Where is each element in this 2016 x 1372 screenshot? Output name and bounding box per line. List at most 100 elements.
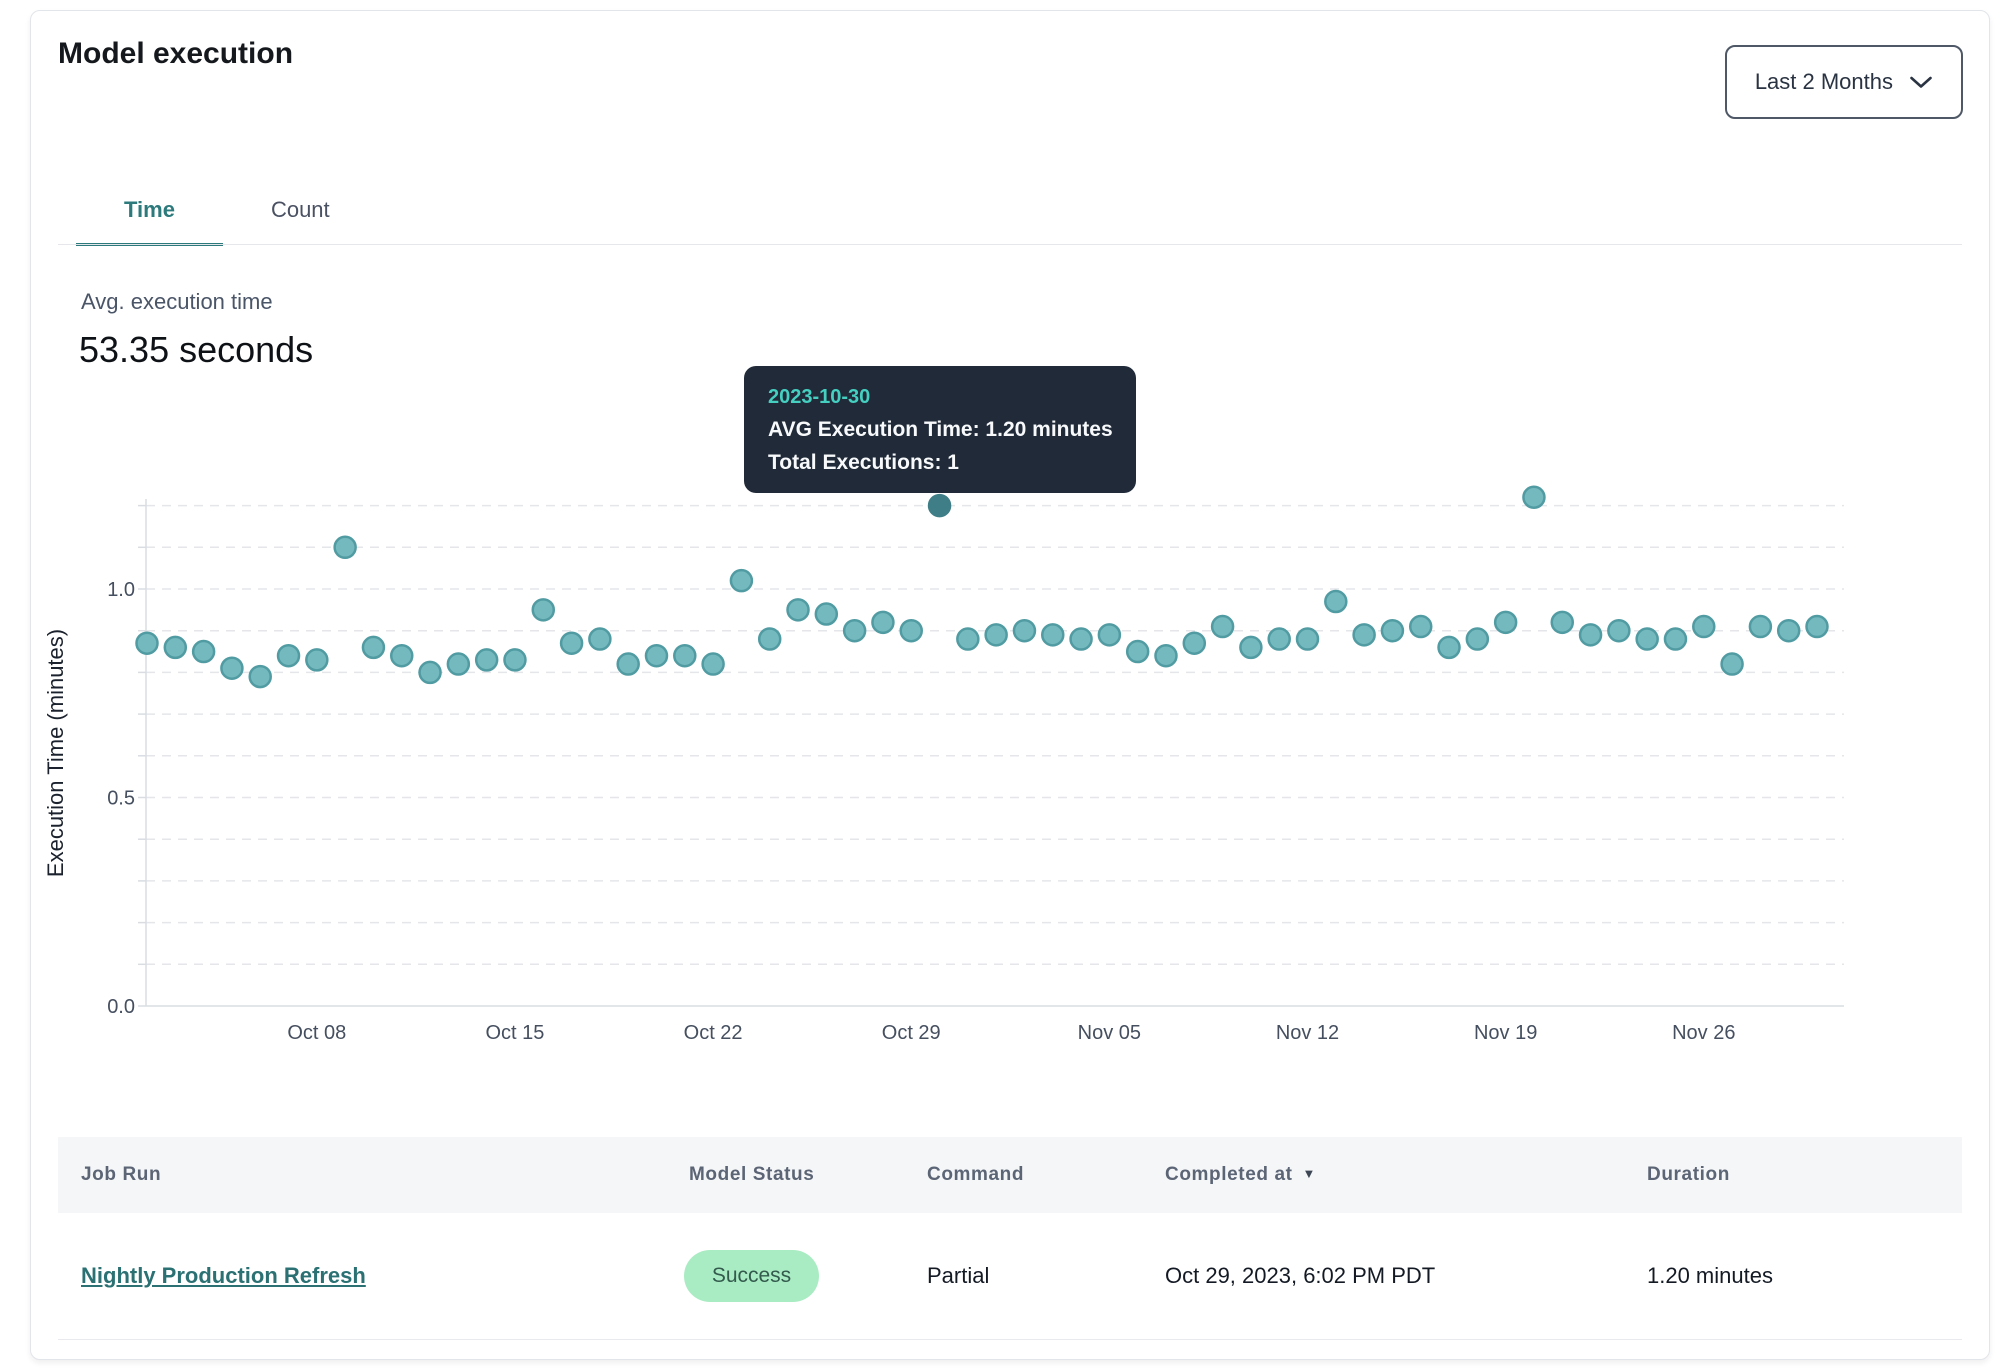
column-header-duration[interactable]: Duration: [1647, 1137, 1730, 1213]
scatter-point-highlighted[interactable]: [929, 495, 950, 516]
scatter-point[interactable]: [901, 620, 922, 641]
table-header: Job Run Model Status Command Completed a…: [58, 1137, 1962, 1213]
table-row: Nightly Production Refresh Success Parti…: [58, 1213, 1962, 1340]
column-header-model-status[interactable]: Model Status: [689, 1137, 814, 1213]
scatter-point[interactable]: [1325, 591, 1346, 612]
scatter-point[interactable]: [1127, 641, 1148, 662]
x-tick-label: Nov 26: [1672, 1022, 1735, 1044]
tab-time[interactable]: Time: [76, 181, 223, 246]
scatter-point[interactable]: [816, 604, 837, 625]
scatter-point[interactable]: [872, 612, 893, 633]
scatter-point[interactable]: [1693, 616, 1714, 637]
scatter-point[interactable]: [1665, 629, 1686, 650]
column-header-job-run[interactable]: Job Run: [81, 1137, 161, 1213]
scatter-point[interactable]: [363, 637, 384, 658]
avg-execution-time-value: 53.35 seconds: [79, 329, 313, 371]
scatter-point[interactable]: [1439, 637, 1460, 658]
scatter-point[interactable]: [986, 624, 1007, 645]
scatter-point[interactable]: [1722, 654, 1743, 675]
date-range-label: Last 2 Months: [1755, 69, 1893, 95]
scatter-point[interactable]: [1297, 629, 1318, 650]
x-tick-label: Nov 12: [1276, 1022, 1339, 1044]
scatter-point[interactable]: [1240, 637, 1261, 658]
column-header-completed-at[interactable]: Completed at▼: [1165, 1137, 1316, 1213]
tooltip-avg-time: AVG Execution Time: 1.20 minutes: [768, 413, 1112, 446]
scatter-point[interactable]: [674, 645, 695, 666]
scatter-point[interactable]: [221, 658, 242, 679]
scatter-point[interactable]: [731, 570, 752, 591]
scatter-point[interactable]: [1184, 633, 1205, 654]
duration-cell: 1.20 minutes: [1647, 1213, 1773, 1339]
scatter-point[interactable]: [589, 629, 610, 650]
scatter-point[interactable]: [1014, 620, 1035, 641]
scatter-point[interactable]: [1778, 620, 1799, 641]
x-tick-label: Oct 29: [882, 1022, 941, 1044]
x-tick-label: Nov 05: [1078, 1022, 1141, 1044]
scatter-point[interactable]: [759, 629, 780, 650]
tabs-divider: [58, 244, 1962, 245]
tooltip-date: 2023-10-30: [768, 381, 1112, 413]
scatter-point[interactable]: [391, 645, 412, 666]
scatter-point[interactable]: [1269, 629, 1290, 650]
tab-count[interactable]: Count: [223, 181, 378, 246]
y-tick-label: 0.0: [107, 996, 135, 1018]
column-header-command[interactable]: Command: [927, 1137, 1024, 1213]
scatter-point[interactable]: [618, 654, 639, 675]
y-axis-title: Execution Time (minutes): [43, 629, 68, 877]
scatter-point[interactable]: [561, 633, 582, 654]
scatter-point[interactable]: [504, 649, 525, 670]
model-execution-card: Model execution Last 2 Months Time Count…: [30, 10, 1990, 1360]
scatter-point[interactable]: [1099, 624, 1120, 645]
y-tick-label: 0.5: [107, 788, 135, 810]
scatter-point[interactable]: [476, 649, 497, 670]
x-tick-label: Nov 19: [1474, 1022, 1537, 1044]
job-run-link[interactable]: Nightly Production Refresh: [81, 1263, 366, 1288]
scatter-point[interactable]: [1580, 624, 1601, 645]
x-tick-label: Oct 08: [287, 1022, 346, 1044]
avg-execution-time-label: Avg. execution time: [81, 289, 273, 315]
scatter-point[interactable]: [278, 645, 299, 666]
scatter-point[interactable]: [1382, 620, 1403, 641]
scatter-point[interactable]: [1523, 487, 1544, 508]
scatter-point[interactable]: [420, 662, 441, 683]
scatter-point[interactable]: [1608, 620, 1629, 641]
scatter-point[interactable]: [137, 633, 158, 654]
scatter-point[interactable]: [448, 654, 469, 675]
scatter-point[interactable]: [1552, 612, 1573, 633]
x-tick-label: Oct 15: [486, 1022, 545, 1044]
sort-desc-icon: ▼: [1303, 1136, 1316, 1212]
scatter-point[interactable]: [844, 620, 865, 641]
chart-tabs: Time Count: [76, 181, 378, 246]
scatter-point[interactable]: [1807, 616, 1828, 637]
scatter-point[interactable]: [703, 654, 724, 675]
scatter-point[interactable]: [335, 537, 356, 558]
scatter-point[interactable]: [193, 641, 214, 662]
scatter-point[interactable]: [1354, 624, 1375, 645]
y-tick-label: 1.0: [107, 579, 135, 601]
scatter-point[interactable]: [1212, 616, 1233, 637]
scatter-point[interactable]: [1410, 616, 1431, 637]
scatter-point[interactable]: [1042, 624, 1063, 645]
status-badge: Success: [684, 1250, 819, 1302]
scatter-point[interactable]: [646, 645, 667, 666]
date-range-selector[interactable]: Last 2 Months: [1725, 45, 1963, 119]
chart-tooltip: 2023-10-30 AVG Execution Time: 1.20 minu…: [744, 366, 1136, 493]
scatter-point[interactable]: [1750, 616, 1771, 637]
scatter-point[interactable]: [1155, 645, 1176, 666]
scatter-point[interactable]: [250, 666, 271, 687]
tooltip-total-executions: Total Executions: 1: [768, 446, 1112, 479]
scatter-point[interactable]: [788, 599, 809, 620]
scatter-point[interactable]: [957, 629, 978, 650]
scatter-point[interactable]: [1071, 629, 1092, 650]
scatter-point[interactable]: [1637, 629, 1658, 650]
scatter-point[interactable]: [165, 637, 186, 658]
x-tick-label: Oct 22: [684, 1022, 743, 1044]
completed-at-cell: Oct 29, 2023, 6:02 PM PDT: [1165, 1213, 1435, 1339]
command-cell: Partial: [927, 1213, 989, 1339]
scatter-point[interactable]: [1495, 612, 1516, 633]
page-title: Model execution: [58, 37, 293, 71]
scatter-point[interactable]: [533, 599, 554, 620]
execution-time-scatter-chart[interactable]: 0.0 0.5 1.0 Oct 08 Oct 15 Oct 22 Oct 29 Nov 05 N…: [31, 471, 1989, 1091]
scatter-point[interactable]: [306, 649, 327, 670]
scatter-point[interactable]: [1467, 629, 1488, 650]
